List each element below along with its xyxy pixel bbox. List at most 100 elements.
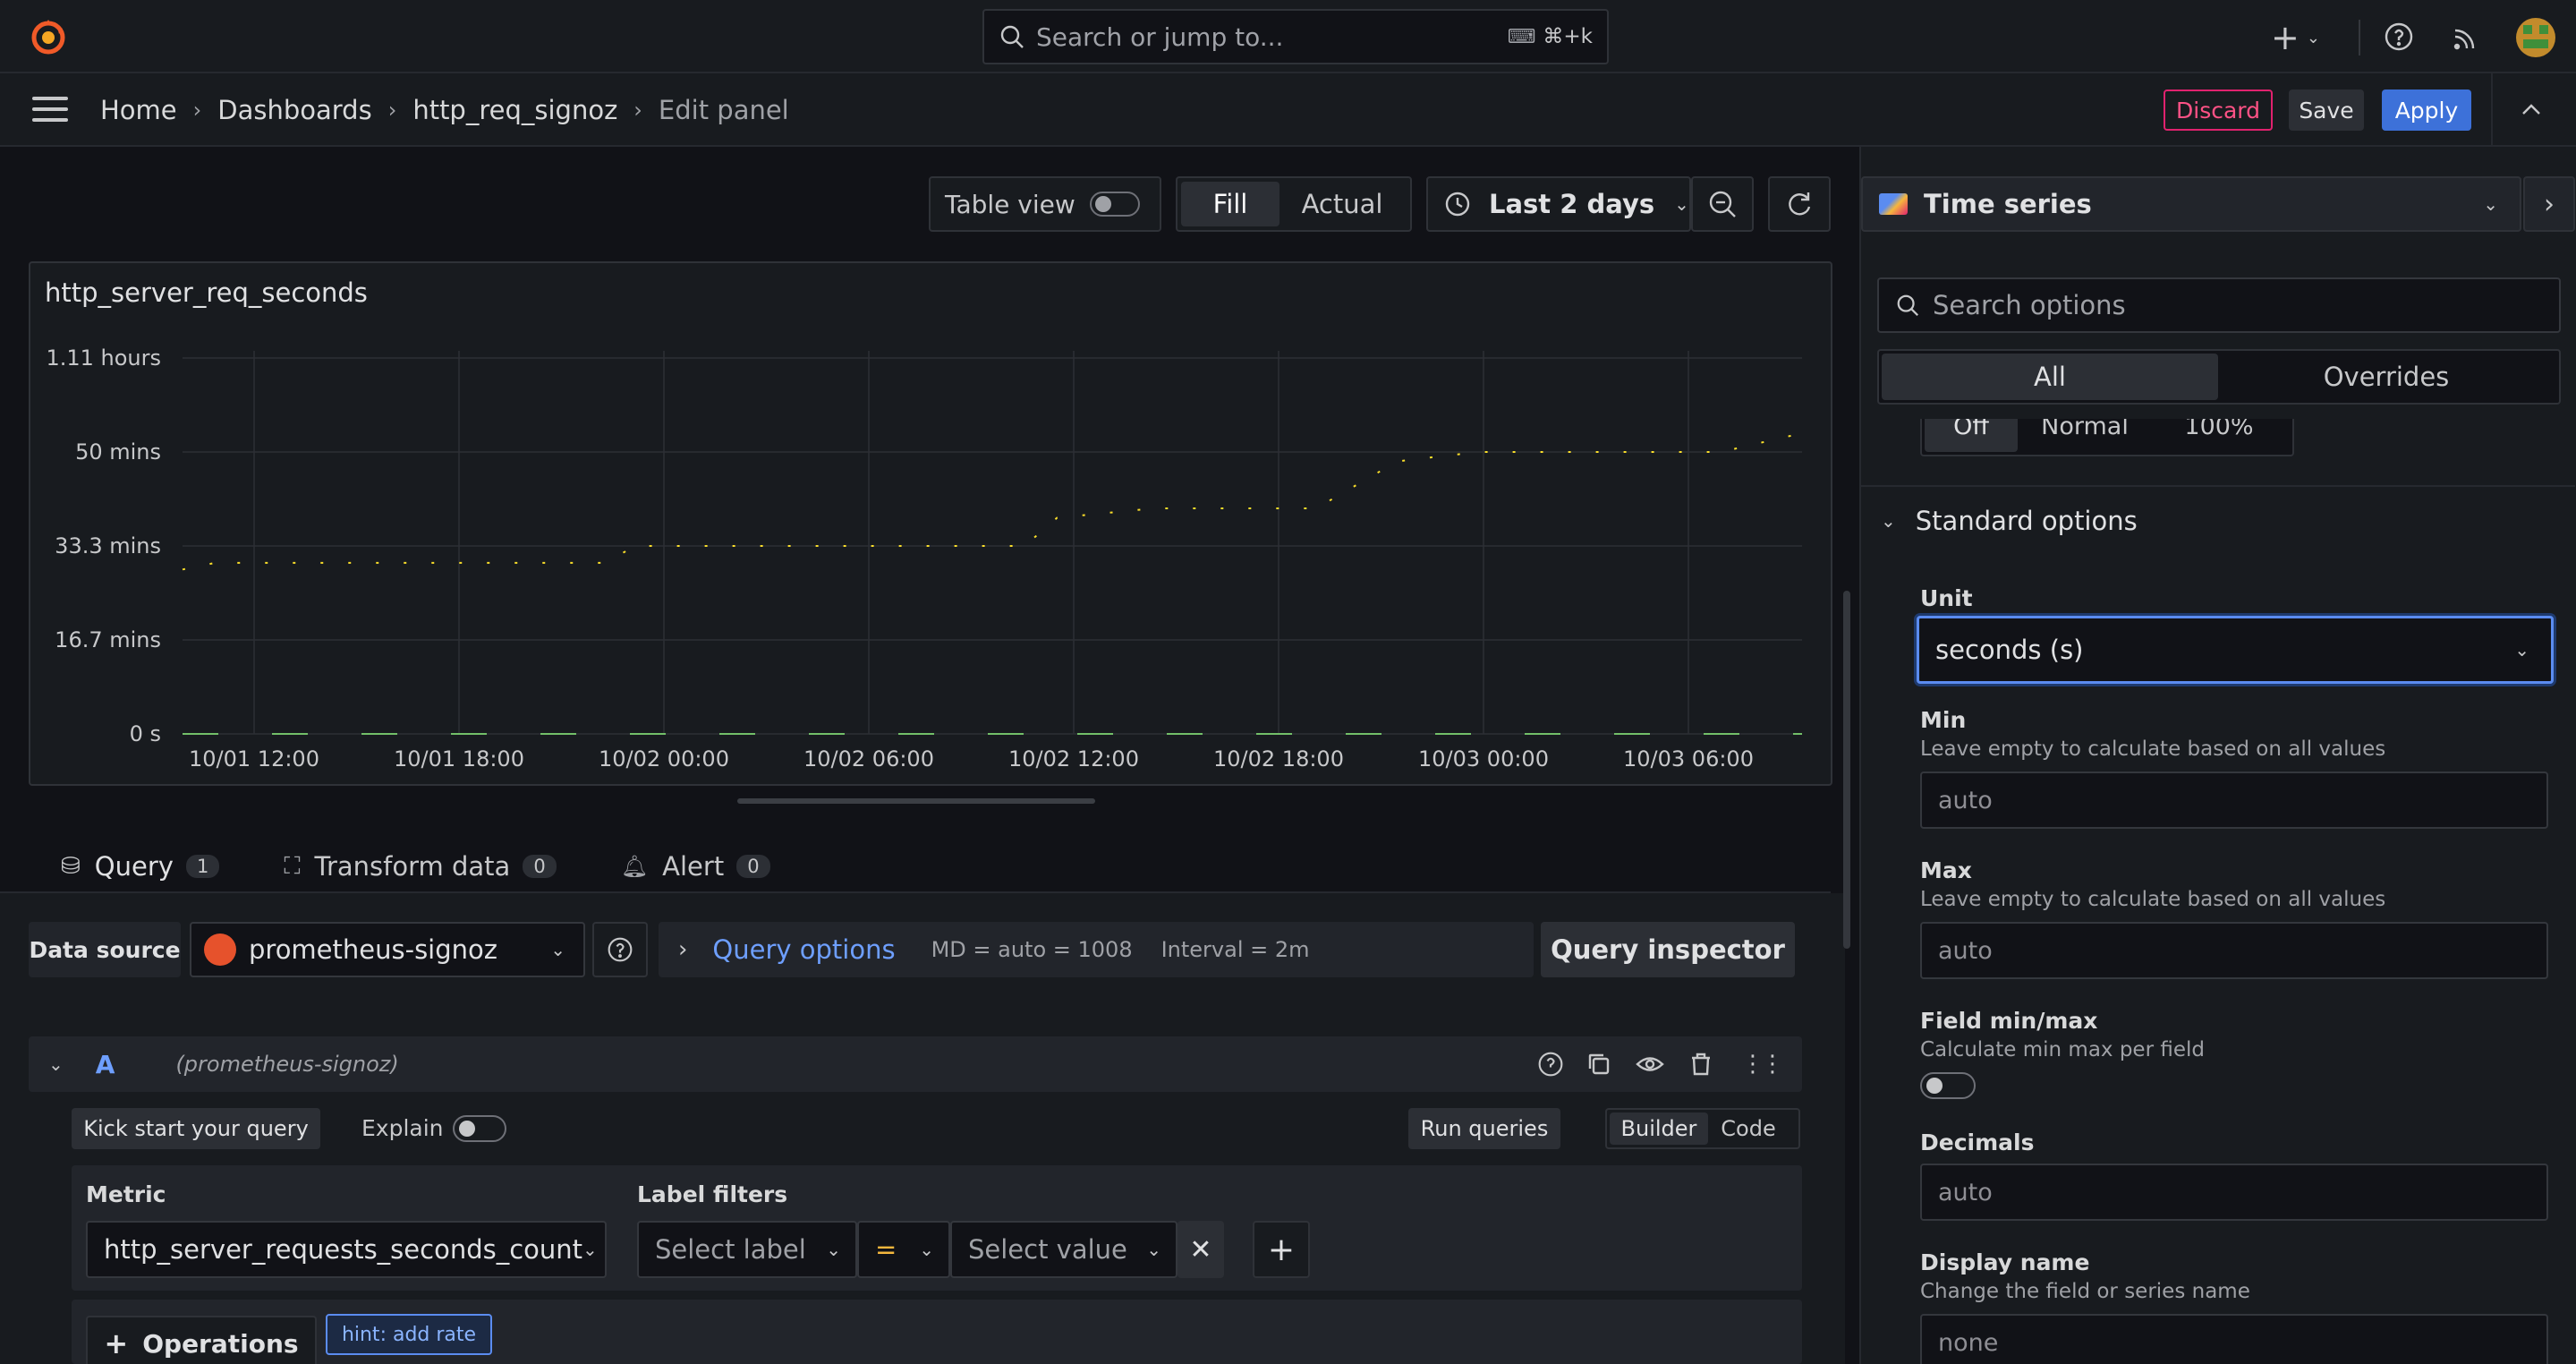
breadcrumb-dashboards[interactable]: Dashboards: [217, 95, 371, 125]
query-row-header[interactable]: ⌄ A (prometheus-signoz) ⋮⋮: [29, 1036, 1802, 1092]
y-tick-label: 1.11 hours: [46, 345, 161, 371]
remove-filter-button[interactable]: ✕: [1177, 1221, 1224, 1278]
hint-add-rate-button[interactable]: hint: add rate: [326, 1314, 492, 1355]
builder-mode[interactable]: Builder: [1610, 1113, 1708, 1145]
toggle-switch[interactable]: [1089, 192, 1140, 217]
field-minmax-toggle[interactable]: [1920, 1072, 1976, 1099]
y-tick-label: 33.3 mins: [55, 533, 161, 558]
standard-options-header[interactable]: ⌄ Standard options: [1881, 499, 2138, 542]
search-options-input[interactable]: Search options: [1877, 277, 2561, 333]
min-input[interactable]: auto: [1920, 772, 2548, 829]
transform-icon: ⛶: [284, 852, 301, 880]
datasource-help-button[interactable]: [592, 922, 648, 977]
divider: [1861, 485, 2575, 487]
run-queries-button[interactable]: Run queries: [1408, 1108, 1560, 1149]
field-minmax-label: Field min/max: [1920, 1008, 2098, 1034]
help-icon[interactable]: [1537, 1051, 1564, 1078]
new-menu-button[interactable]: + ⌄: [2271, 20, 2320, 55]
kick-start-query-button[interactable]: Kick start your query: [72, 1108, 320, 1149]
fill-option[interactable]: Fill: [1181, 182, 1279, 226]
plus-icon: +: [1267, 1231, 1296, 1268]
tab-alert[interactable]: 🔔︎ Alert 0: [589, 840, 803, 893]
trash-icon[interactable]: [1688, 1051, 1714, 1078]
x-tick-label: 10/01 12:00: [189, 746, 319, 772]
stack-off[interactable]: Off: [1925, 419, 2018, 452]
database-icon: ⛁: [61, 853, 81, 880]
decimals-input[interactable]: auto: [1920, 1164, 2548, 1221]
visualization-picker[interactable]: Time series ⌄: [1861, 176, 2521, 232]
search-bar[interactable]: Search or jump to... ⌨ ⌘+k: [982, 9, 1609, 64]
clock-icon: [1445, 192, 1470, 217]
chevron-down-icon[interactable]: ⌄: [48, 1053, 64, 1075]
duplicate-icon[interactable]: [1586, 1051, 1612, 1078]
metric-select[interactable]: http_server_requests_seconds_count ⌄: [86, 1221, 607, 1278]
news-feed-icon[interactable]: [2452, 23, 2480, 58]
explain-toggle[interactable]: [453, 1115, 506, 1142]
code-mode[interactable]: Code: [1708, 1113, 1789, 1145]
query-options-bar[interactable]: › Query options MD = auto = 1008 Interva…: [659, 922, 1534, 977]
chart-panel: http_server_req_seconds 1.11 hours 50 min…: [29, 261, 1832, 786]
eye-icon[interactable]: [1636, 1051, 1664, 1078]
select-label-dropdown[interactable]: Select label ⌄: [637, 1221, 857, 1278]
stack-percent[interactable]: 100%: [2152, 419, 2286, 452]
select-value-dropdown[interactable]: Select value ⌄: [950, 1221, 1177, 1278]
breadcrumb: Home › Dashboards › http_req_signoz › Ed…: [100, 91, 789, 129]
zoom-out-icon: [1709, 191, 1736, 217]
discard-button[interactable]: Discard: [2164, 90, 2273, 131]
table-view-toggle[interactable]: Table view: [929, 176, 1161, 232]
min-description: Leave empty to calculate based on all va…: [1920, 737, 2386, 761]
add-filter-button[interactable]: +: [1253, 1221, 1310, 1278]
interval-text: Interval = 2m: [1160, 937, 1310, 962]
tab-overrides[interactable]: Overrides: [2218, 354, 2555, 400]
chevron-down-icon: ⌄: [2483, 193, 2498, 215]
save-button[interactable]: Save: [2289, 90, 2364, 131]
stack-series-switch: Off Normal 100%: [1920, 419, 2294, 456]
grafana-logo-icon[interactable]: [27, 16, 70, 59]
zoom-out-button[interactable]: [1691, 176, 1754, 232]
datasource-picker[interactable]: prometheus-signoz ⌄: [190, 922, 585, 977]
chevron-down-icon: ⌄: [1146, 1239, 1161, 1260]
menu-icon[interactable]: [32, 97, 68, 124]
series-line: [182, 432, 1803, 571]
help-icon[interactable]: [2384, 21, 2414, 58]
chevron-down-icon: ⌄: [2514, 639, 2529, 661]
operator-dropdown[interactable]: = ⌄: [857, 1221, 950, 1278]
min-label: Min: [1920, 707, 1967, 733]
time-series-chart[interactable]: 1.11 hours 50 mins 33.3 mins 16.7 mins 0 s 10…: [30, 263, 1831, 784]
collapse-up-icon[interactable]: [2518, 97, 2545, 130]
x-tick-label: 10/02 18:00: [1213, 746, 1344, 772]
actual-option[interactable]: Actual: [1279, 182, 1405, 226]
label-filters-label: Label filters: [637, 1181, 788, 1207]
display-name-input[interactable]: none: [1920, 1314, 2548, 1364]
unit-select[interactable]: seconds (s) ⌄: [1917, 616, 2554, 684]
chevron-right-icon: ›: [387, 98, 397, 123]
explain-label: Explain: [361, 1115, 444, 1141]
breadcrumb-home[interactable]: Home: [100, 95, 177, 125]
apply-button[interactable]: Apply: [2382, 90, 2471, 131]
table-view-label: Table view: [945, 189, 1075, 219]
tab-all[interactable]: All: [1882, 354, 2218, 400]
breadcrumb-bar: Home › Dashboards › http_req_signoz › Ed…: [0, 73, 2576, 147]
breadcrumb-dashboard[interactable]: http_req_signoz: [412, 95, 617, 125]
breadcrumb-current: Edit panel: [658, 95, 789, 125]
tab-query[interactable]: ⛁ Query 1: [29, 840, 252, 899]
tab-transform[interactable]: ⛶ Transform data 0: [251, 840, 588, 893]
close-options-button[interactable]: ›: [2523, 176, 2575, 232]
max-label: Max: [1920, 857, 1972, 883]
resize-handle[interactable]: [737, 798, 1095, 804]
refresh-button[interactable]: [1768, 176, 1831, 232]
time-range-picker[interactable]: Last 2 days ⌄: [1426, 176, 1691, 232]
options-scroll-clip: Off Normal 100% ⌄ Standard options Unit …: [1861, 419, 2575, 1364]
divider: [2359, 20, 2360, 55]
operations-button[interactable]: + Operations: [86, 1316, 317, 1364]
search-icon: [1000, 25, 1024, 48]
query-ref-id[interactable]: A: [96, 1050, 115, 1079]
max-input[interactable]: auto: [1920, 922, 2548, 979]
left-pane-scrollbar[interactable]: [1843, 591, 1850, 949]
query-inspector-button[interactable]: Query inspector: [1541, 922, 1795, 977]
editor-mode-switch: Builder Code: [1605, 1108, 1800, 1149]
drag-handle-icon[interactable]: ⋮⋮: [1741, 1051, 1784, 1078]
stack-normal[interactable]: Normal: [2018, 419, 2152, 452]
user-avatar[interactable]: [2516, 18, 2555, 57]
chevron-right-icon: ›: [2544, 188, 2555, 220]
